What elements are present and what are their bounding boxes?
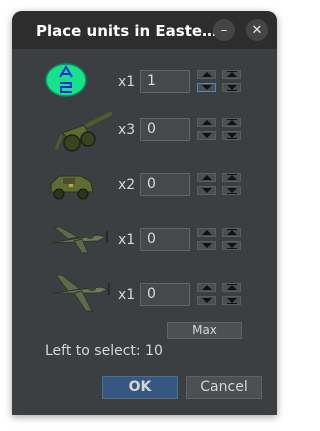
decrement-button[interactable]	[197, 186, 216, 195]
ok-button[interactable]: OK	[102, 376, 178, 399]
left-to-select-label: Left to select: 10	[45, 343, 163, 359]
close-icon: ✕	[251, 22, 263, 38]
cancel-button[interactable]: Cancel	[186, 376, 262, 399]
quantity-field[interactable]: 0	[140, 118, 190, 141]
decrement-button[interactable]	[197, 83, 216, 92]
quantity-field[interactable]: 0	[140, 283, 190, 306]
unit-multiplier: x1	[118, 232, 136, 248]
quantity-field[interactable]: 0	[140, 173, 190, 196]
increment-max-button[interactable]	[222, 283, 241, 292]
decrement-min-button[interactable]	[222, 296, 241, 305]
decrement-min-button[interactable]	[222, 241, 241, 250]
minimize-button[interactable]: –	[213, 19, 235, 41]
unit-multiplier: x1	[118, 287, 136, 303]
increment-button[interactable]	[197, 70, 216, 79]
artillery-icon	[54, 109, 116, 155]
increment-button[interactable]	[197, 283, 216, 292]
decrement-min-button[interactable]	[222, 83, 241, 92]
increment-max-button[interactable]	[222, 70, 241, 79]
armored-car-icon	[47, 170, 97, 202]
aa-gun-token-icon	[45, 63, 87, 97]
increment-button[interactable]	[197, 118, 216, 127]
decrement-min-button[interactable]	[222, 186, 241, 195]
decrement-button[interactable]	[197, 296, 216, 305]
unit-multiplier: x3	[118, 122, 136, 138]
increment-max-button[interactable]	[222, 173, 241, 182]
decrement-button[interactable]	[197, 131, 216, 140]
quantity-field[interactable]: 0	[140, 228, 190, 251]
increment-button[interactable]	[197, 228, 216, 237]
increment-max-button[interactable]	[222, 118, 241, 127]
decrement-min-button[interactable]	[222, 131, 241, 140]
increment-max-button[interactable]	[222, 228, 241, 237]
unit-multiplier: x1	[118, 74, 136, 90]
dialog-title: Place units in Easte…	[36, 22, 218, 40]
tactical-bomber-icon	[46, 269, 112, 315]
minimize-icon: –	[220, 22, 228, 38]
close-button[interactable]: ✕	[246, 19, 268, 41]
place-units-dialog: Place units in Easte… – ✕ x1 1 x3 0 x2 0…	[12, 11, 277, 415]
increment-button[interactable]	[197, 173, 216, 182]
unit-multiplier: x2	[118, 177, 136, 193]
quantity-field[interactable]: 1	[140, 70, 190, 93]
title-bar[interactable]: Place units in Easte… – ✕	[12, 11, 277, 49]
decrement-button[interactable]	[197, 241, 216, 250]
max-button[interactable]: Max	[167, 322, 242, 339]
fighter-plane-icon	[46, 221, 112, 255]
